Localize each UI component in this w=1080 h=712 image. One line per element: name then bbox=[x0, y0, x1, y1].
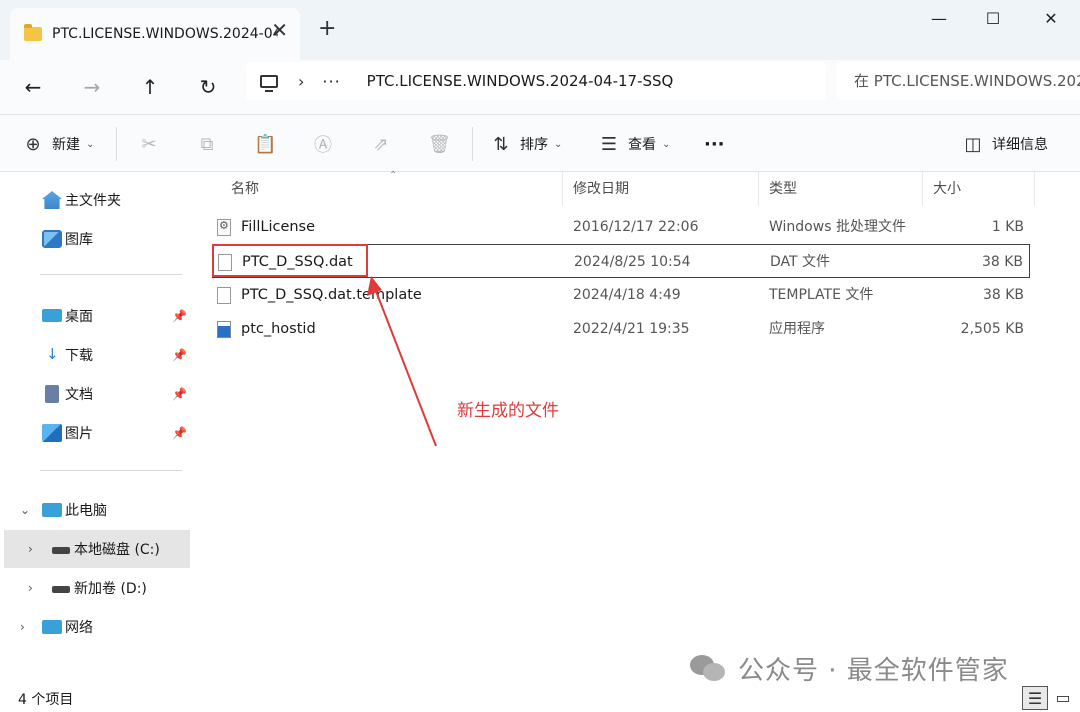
watermark: 公众号 · 最全软件管家 bbox=[690, 648, 1009, 688]
watermark-text: 公众号 · 最全软件管家 bbox=[738, 655, 1009, 686]
tiles-view-button[interactable]: ▭ bbox=[1050, 686, 1076, 710]
wechat-icon bbox=[690, 653, 726, 683]
annotation-label: 新生成的文件 bbox=[457, 401, 559, 421]
details-view-button[interactable]: ☰ bbox=[1022, 686, 1048, 710]
annotation-arrow-icon bbox=[367, 276, 437, 447]
item-count: 4 个项目 bbox=[18, 692, 74, 708]
status-bar: 4 个项目 ☰ ▭ bbox=[0, 684, 1080, 712]
